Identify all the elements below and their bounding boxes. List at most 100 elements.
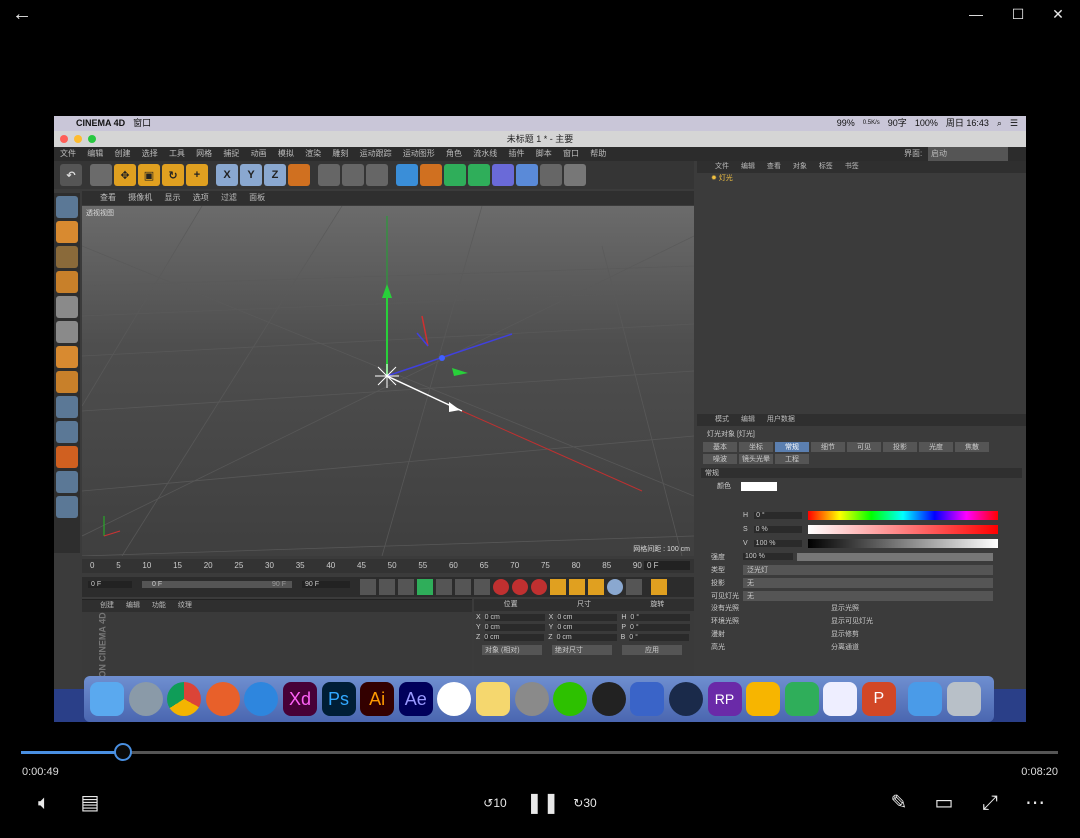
pos-z-field[interactable]: 0 cm: [484, 634, 545, 641]
auto-key-icon[interactable]: [512, 579, 528, 595]
render-view-icon[interactable]: [318, 164, 340, 186]
floor-icon[interactable]: [516, 164, 538, 186]
cinema4d-icon[interactable]: [668, 682, 703, 716]
render-settings-icon[interactable]: [366, 164, 388, 186]
ae-icon[interactable]: Ae: [398, 682, 433, 716]
check-separate-pass[interactable]: 分离通道: [831, 641, 951, 654]
attr-menu-mode[interactable]: 模式: [715, 416, 729, 423]
pen-spline-icon[interactable]: [420, 164, 442, 186]
frame-range-slider[interactable]: 0 F: [142, 581, 292, 588]
menu-tools[interactable]: 工具: [169, 149, 185, 158]
ps-icon[interactable]: Ps: [321, 682, 356, 716]
texture-mode-icon[interactable]: [56, 246, 78, 268]
current-frame-field[interactable]: 0 F: [644, 561, 690, 570]
scale-tool-icon[interactable]: ▣: [138, 164, 160, 186]
forward-30-button[interactable]: ↻30: [570, 789, 600, 817]
tab-caustics[interactable]: 焦散: [955, 442, 989, 452]
interface-select[interactable]: 启动: [928, 147, 1008, 161]
pos-x-field[interactable]: 0 cm: [484, 614, 545, 621]
axis-mode-icon[interactable]: [56, 371, 78, 393]
coord-mode-select[interactable]: 对象 (相对): [482, 645, 542, 655]
mat-menu-edit[interactable]: 编辑: [126, 602, 140, 609]
size-z-field[interactable]: 0 cm: [556, 634, 617, 641]
firefox-icon[interactable]: [205, 682, 240, 716]
trash-icon[interactable]: [947, 682, 982, 716]
check-ambient[interactable]: 环境光照: [711, 615, 831, 628]
obj-menu-object[interactable]: 对象: [793, 163, 807, 170]
undo-icon[interactable]: ↶: [60, 164, 82, 186]
baidu-netdisk-icon[interactable]: [823, 682, 858, 716]
check-show-illumination[interactable]: 显示光照: [831, 602, 951, 615]
object-row-light[interactable]: ✹ 灯光: [697, 173, 1026, 185]
color-swatch[interactable]: [741, 481, 777, 491]
key-move-icon[interactable]: [550, 579, 566, 595]
key-selection-icon[interactable]: [531, 579, 547, 595]
check-show-visible-light[interactable]: 显示可见灯光: [831, 615, 951, 628]
loop-icon[interactable]: [455, 579, 471, 595]
vp-menu-view[interactable]: 查看: [100, 193, 116, 202]
menu-mograph[interactable]: 运动图形: [403, 149, 435, 158]
coord-system-icon[interactable]: [288, 164, 310, 186]
grid-icon[interactable]: [56, 496, 78, 518]
check-specular[interactable]: 高光: [711, 641, 831, 654]
seek-bar[interactable]: [21, 743, 1058, 761]
tab-details[interactable]: 细节: [811, 442, 845, 452]
size-y-field[interactable]: 0 cm: [557, 624, 618, 631]
y-axis-button[interactable]: Y: [240, 164, 262, 186]
close-dot-icon[interactable]: [60, 135, 68, 143]
rotate-tool-icon[interactable]: ↻: [162, 164, 184, 186]
camera-icon[interactable]: [540, 164, 562, 186]
pen-icon[interactable]: ✎: [885, 789, 913, 817]
rewind-10-button[interactable]: ↺10: [480, 789, 510, 817]
model-mode-icon[interactable]: [56, 221, 78, 243]
check-no-illumination[interactable]: 没有光照: [711, 602, 831, 615]
bilibili-icon[interactable]: [437, 682, 472, 716]
tab-visibility[interactable]: 可见: [847, 442, 881, 452]
next-frame-icon[interactable]: [436, 579, 452, 595]
video-frame[interactable]: CINEMA 4D 窗口 99% 0.5K/s 90字 100% 周日 16:4…: [54, 116, 1026, 722]
menu-window[interactable]: 窗口: [563, 149, 579, 158]
minimize-dot-icon[interactable]: [74, 135, 82, 143]
apply-button[interactable]: 应用: [622, 645, 682, 655]
lock-icon[interactable]: [56, 471, 78, 493]
end-frame-field[interactable]: 90 F: [302, 581, 350, 588]
move-tool-icon[interactable]: ✥: [114, 164, 136, 186]
tab-general[interactable]: 常规: [775, 442, 809, 452]
subdivision-icon[interactable]: [444, 164, 466, 186]
vp-menu-display[interactable]: 显示: [164, 193, 180, 202]
key-pla-icon[interactable]: [626, 579, 642, 595]
hsv-h-field[interactable]: 0 °: [754, 511, 803, 519]
key-rotate-icon[interactable]: [588, 579, 604, 595]
expand-icon[interactable]: ⤢: [976, 789, 1004, 817]
edges-mode-icon[interactable]: [56, 321, 78, 343]
polygons-mode-icon[interactable]: [56, 346, 78, 368]
intensity-slider[interactable]: [797, 552, 993, 561]
goto-start-icon[interactable]: [360, 579, 376, 595]
menu-animate[interactable]: 动画: [251, 149, 267, 158]
menu-plugins[interactable]: 插件: [509, 149, 525, 158]
vpn-shield-icon[interactable]: [630, 682, 665, 716]
more-button[interactable]: ⋯: [1021, 789, 1049, 817]
xd-icon[interactable]: Xd: [282, 682, 317, 716]
tab-coord[interactable]: 坐标: [739, 442, 773, 452]
check-show-clipping[interactable]: 显示修剪: [831, 628, 951, 641]
rot-b-field[interactable]: 0 °: [629, 634, 690, 641]
rp-icon[interactable]: RP: [707, 682, 742, 716]
vp-menu-options[interactable]: 选项: [193, 193, 209, 202]
magnet-icon[interactable]: [56, 446, 78, 468]
obj-menu-tag[interactable]: 标签: [819, 163, 833, 170]
tweak-icon[interactable]: [56, 396, 78, 418]
downloads-folder-icon[interactable]: [908, 682, 943, 716]
tab-shadow[interactable]: 投影: [883, 442, 917, 452]
snap-s-icon[interactable]: [56, 421, 78, 443]
camtasia-icon[interactable]: [784, 682, 819, 716]
maximize-button[interactable]: ☐: [1004, 0, 1032, 28]
make-editable-icon[interactable]: [56, 196, 78, 218]
timeline-ruler[interactable]: 0 5 10 15 20 25 30 35 40 45 50 55 60 65 …: [82, 559, 694, 573]
x-axis-button[interactable]: X: [216, 164, 238, 186]
sketch-icon[interactable]: [746, 682, 781, 716]
pos-y-field[interactable]: 0 cm: [484, 624, 545, 631]
hsv-s-field[interactable]: 0 %: [753, 525, 802, 533]
value-slider[interactable]: [807, 538, 998, 548]
obj-menu-view[interactable]: 查看: [767, 163, 781, 170]
